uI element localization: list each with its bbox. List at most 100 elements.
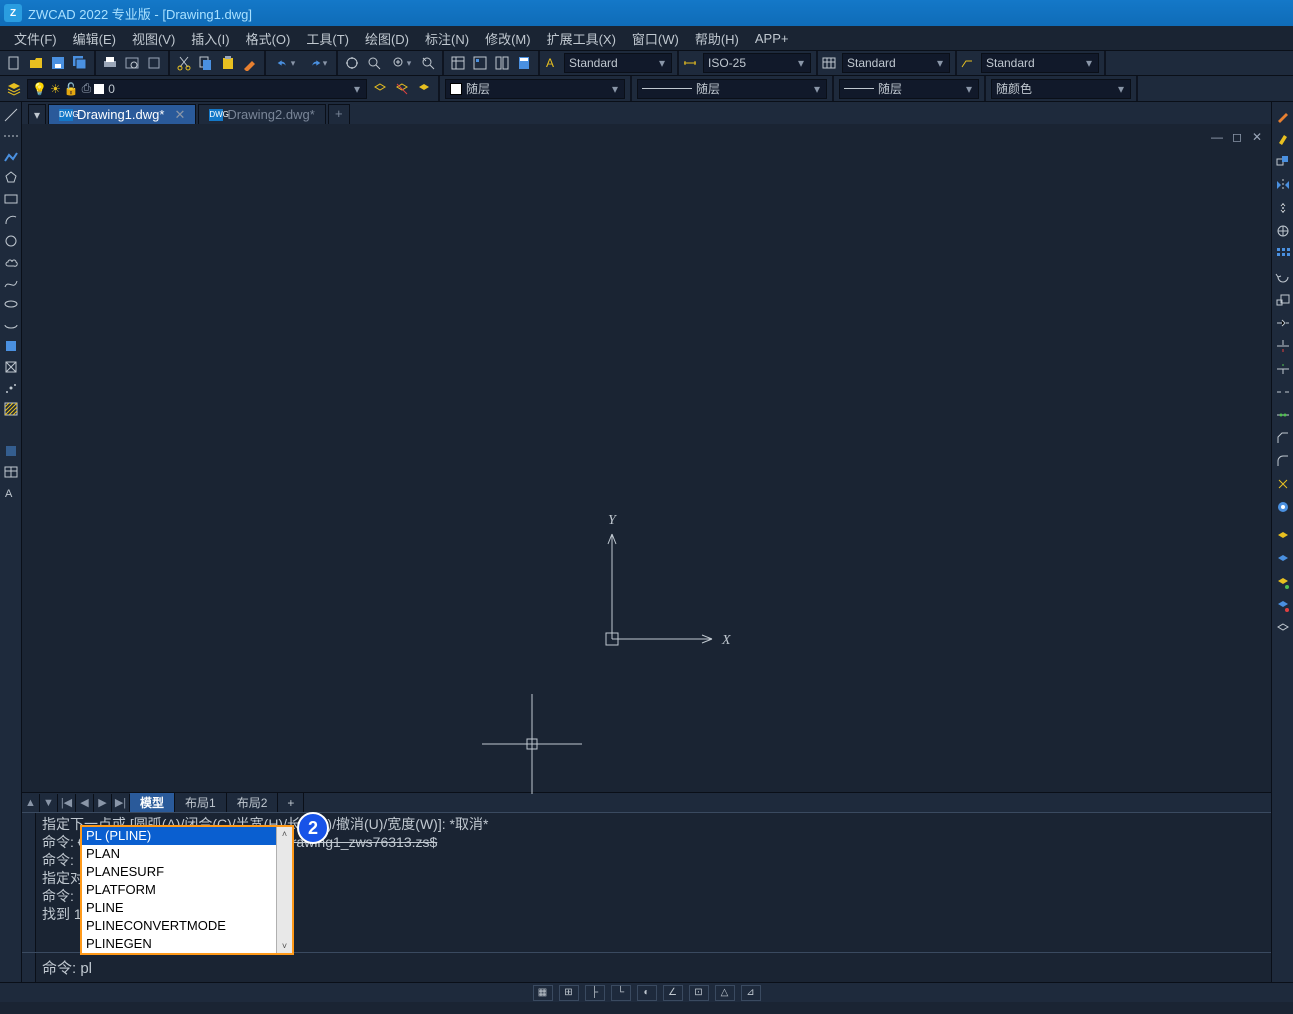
status-dyn-icon[interactable]: ⊡ [689,985,709,1001]
dimstyle-dropdown[interactable]: ISO-25▾ [703,53,811,73]
status-grid-icon[interactable]: ⊞ [559,985,579,1001]
nav-next-icon[interactable]: ▶ [94,794,112,812]
print-icon[interactable] [100,53,120,73]
minimize-icon[interactable]: — [1209,130,1225,144]
layfrz-icon[interactable] [1273,573,1293,593]
zoom-rt-icon[interactable] [364,53,384,73]
insertblock-icon[interactable] [2,337,20,355]
menu-xtools[interactable]: 扩展工具(X) [539,27,624,50]
open-icon[interactable] [26,53,46,73]
autocomplete-item[interactable]: PLANESURF [82,863,292,881]
copy2-icon[interactable] [1273,152,1293,172]
nav-first-icon[interactable]: |◀ [58,794,76,812]
pline-icon[interactable] [2,148,20,166]
close-viewport-icon[interactable]: ✕ [1249,130,1265,144]
nav-up-icon[interactable]: ▲ [22,794,40,812]
status-otrack-icon[interactable]: ∠ [663,985,683,1001]
break-icon[interactable] [1273,382,1293,402]
mirror-icon[interactable] [1273,175,1293,195]
toolpalette-icon[interactable] [492,53,512,73]
revcloud-icon[interactable] [2,253,20,271]
ellipse-icon[interactable] [2,295,20,313]
offset-icon[interactable] [1273,198,1293,218]
menu-app[interactable]: APP+ [747,29,797,48]
chamfer-icon[interactable] [1273,428,1293,448]
command-input[interactable]: pl [80,960,92,977]
layout-tab-layout2[interactable]: 布局2 [227,793,279,813]
menu-draw[interactable]: 绘图(D) [357,27,417,50]
menu-view[interactable]: 视图(V) [124,27,183,50]
paste-icon[interactable] [218,53,238,73]
menu-format[interactable]: 格式(O) [238,27,299,50]
status-polar-icon[interactable]: └ [611,985,631,1001]
mleaderstyle-icon[interactable] [960,55,976,71]
doc-tab-dropdown[interactable]: ▾ [28,104,46,124]
zoom-prev-icon[interactable] [418,53,438,73]
restore-icon[interactable]: ◻ [1229,130,1245,144]
laythw-icon[interactable] [1273,596,1293,616]
layout-tab-add[interactable]: + [278,793,304,813]
menu-dim[interactable]: 标注(N) [417,27,477,50]
menu-edit[interactable]: 编辑(E) [65,27,124,50]
layeruniso-icon[interactable] [392,79,412,99]
menu-tools[interactable]: 工具(T) [298,27,357,50]
table-icon[interactable] [2,463,20,481]
properties-icon[interactable] [448,53,468,73]
nav-prev-icon[interactable]: ◀ [76,794,94,812]
status-osnap-icon[interactable]: ◐ [637,985,657,1001]
rectangle-icon[interactable] [2,190,20,208]
color-dropdown[interactable]: 随层 ▾ [445,79,625,99]
join-icon[interactable] [1273,405,1293,425]
nav-down-icon[interactable]: ▼ [40,794,58,812]
erase-icon[interactable] [1273,129,1293,149]
explode-icon[interactable] [1273,474,1293,494]
saveall-icon[interactable] [70,53,90,73]
matchprop-icon[interactable] [240,53,260,73]
nav-last-icon[interactable]: ▶| [112,794,130,812]
menu-modify[interactable]: 修改(M) [477,27,539,50]
region-icon[interactable] [2,442,20,460]
line-icon[interactable] [2,106,20,124]
mleaderstyle-dropdown[interactable]: Standard▾ [981,53,1099,73]
save-icon[interactable] [48,53,68,73]
dcenter-icon[interactable] [470,53,490,73]
publish-icon[interactable] [144,53,164,73]
circle-icon[interactable] [2,232,20,250]
redo-icon[interactable]: ▾ [302,53,332,73]
menu-insert[interactable]: 插入(I) [183,27,237,50]
copy-icon[interactable] [196,53,216,73]
ac-scrollbar[interactable]: ˄˅ [276,827,292,953]
gradient-icon[interactable] [2,421,20,439]
layer-dropdown[interactable]: 💡 ☀ 🔓 ⎙ 0 ▾ [27,79,367,99]
new-tab-button[interactable]: + [328,104,350,124]
panel-grip[interactable] [22,953,36,982]
fillet-icon[interactable] [1273,451,1293,471]
autocomplete-item[interactable]: PLINECONVERTMODE [82,917,292,935]
matchprop2-icon[interactable] [1273,106,1293,126]
pan-icon[interactable] [342,53,362,73]
layon-icon[interactable] [1273,550,1293,570]
textstyle-icon[interactable]: A [543,55,559,71]
mtext-icon[interactable]: A [2,484,20,502]
array-icon[interactable] [1273,221,1293,241]
status-ortho-icon[interactable]: ├ [585,985,605,1001]
doc-tab-active[interactable]: DWG Drawing1.dwg* ✕ [48,104,196,124]
calc-icon[interactable] [514,53,534,73]
cut-icon[interactable] [174,53,194,73]
stretch-icon[interactable] [1273,313,1293,333]
ellipsearc-icon[interactable] [2,316,20,334]
textstyle-dropdown[interactable]: Standard▾ [564,53,672,73]
layermgr-icon[interactable] [4,79,24,99]
trim-icon[interactable] [1273,336,1293,356]
autocomplete-item[interactable]: PLINEGEN [82,935,292,953]
preview-icon[interactable] [122,53,142,73]
drawingutil-icon[interactable] [1273,497,1293,517]
linetype-dropdown[interactable]: 随层 ▾ [637,79,827,99]
spline-icon[interactable] [2,274,20,292]
menu-file[interactable]: 文件(F) [6,27,65,50]
extend-icon[interactable] [1273,359,1293,379]
zoom-win-icon[interactable]: ▾ [386,53,416,73]
undo-icon[interactable]: ▾ [270,53,300,73]
layerprev-icon[interactable] [414,79,434,99]
hatch-icon[interactable] [2,400,20,418]
